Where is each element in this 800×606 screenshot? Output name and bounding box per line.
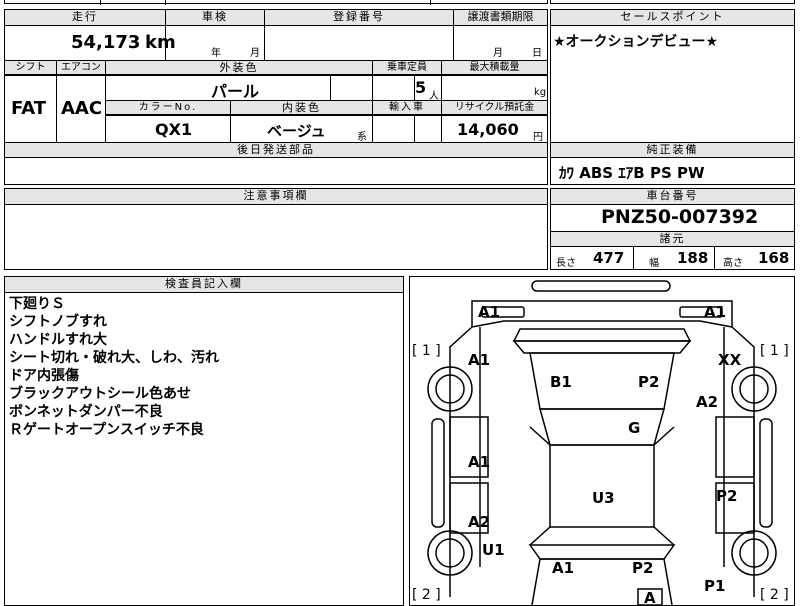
mileage-unit: km [145,32,176,53]
code-rear-seat-left: B1 [550,373,572,391]
code-roof: G [628,419,640,437]
car-diagram-box: A1 A1 [ 1 ] [ 1 ] A1 XX B1 P2 A2 G A1 P2… [409,276,795,606]
seating-value: 5 [415,78,427,97]
chassis-header: 車台番号 [551,189,794,205]
maxload-header: 最大積載量 [442,61,547,75]
note-line: ドア内張傷 [9,368,79,384]
recycle-value: 14,060 [457,120,519,139]
import-header: 輸入車 [373,101,441,115]
height-value: 168 [758,249,790,267]
mileage-value: 54,173 [71,32,141,53]
later-parts-header: 後日発送部品 [5,143,547,158]
note-line: シート切れ・破れ大、しわ、汚れ [9,350,219,366]
note-line: ブラックアウトシール色あせ [9,386,191,402]
recycle-unit: 円 [533,132,543,143]
sales-point-value: ★オークションデビュー★ [553,34,719,50]
inspector-notes: 下廻りＳ シフトノブすれ ハンドルすれ大 シート切れ・破れ大、しわ、汚れ ドア内… [9,295,219,439]
code-hood-left: A1 [552,559,574,577]
code-wheel-fr: [ 2 ] [760,587,789,603]
transfer-header: 譲渡書類期限 [454,10,547,26]
equipment-value: ｶﾜ ABS ｴｱB PS PW [559,164,705,182]
code-quarter-right: XX [718,351,742,369]
code-bumper: A [644,589,656,605]
maxload-unit: kg [534,87,547,98]
note-line: ボンネットダンパー不良 [9,404,163,420]
code-rear-left: A1 [478,303,500,321]
car-damage-diagram: A1 A1 [ 1 ] [ 1 ] A1 XX B1 P2 A2 G A1 P2… [412,280,789,605]
sales-point-header: セールスポイント [551,10,794,26]
code-right-rear: A2 [696,393,718,411]
code-front-door-right: P2 [716,487,737,505]
vehicle-info-table: 走行 車検 登録番号 譲渡書類期限 54,173 km 年 月 月 日 シフト … [4,9,548,185]
note-line: ハンドルすれ大 [9,332,107,348]
length-label: 長さ [556,258,576,269]
chassis-value: PNZ50-007392 [601,206,759,228]
inspection-month: 月 [250,48,260,59]
exterior-value: パール [211,82,260,101]
sales-point-box: セールスポイント ★オークションデビュー★ 純正装備 ｶﾜ ABS ｴｱB PS… [550,9,795,185]
code-wheel-rl: [ 1 ] [412,343,441,359]
inspection-year: 年 [211,48,221,59]
inspector-header: 検査員記入欄 [5,277,403,293]
shift-header: シフト [5,61,56,75]
transfer-month: 月 [493,48,503,59]
width-value: 188 [677,249,709,267]
interior-header: 内装色 [231,101,372,115]
code-fender-right: P1 [704,577,725,595]
code-quarter-left: A1 [468,351,490,369]
code-rear-right: A1 [704,303,726,321]
colorno-value: QX1 [155,120,193,139]
code-rear-seat-right: P2 [638,373,659,391]
exterior-header: 外装色 [106,61,372,75]
chassis-box: 車台番号 PNZ50-007392 諸元 長さ 477 幅 188 高さ 168 [550,188,795,270]
code-cabin: U3 [592,489,615,507]
inspector-box: 検査員記入欄 下廻りＳ シフトノブすれ ハンドルすれ大 シート切れ・破れ大、しわ… [4,276,404,606]
aircon-header: エアコン [57,61,105,75]
top-strip [4,0,548,5]
caution-box: 注意事項欄 [4,188,548,270]
width-label: 幅 [649,258,659,269]
note-line: Ｒゲートオープンスイッチ不良 [9,422,204,438]
shift-value: FAT [11,98,47,119]
top-strip-right [550,0,795,4]
length-value: 477 [593,249,625,267]
note-line: シフトノブすれ [9,314,107,330]
code-rear-door-left: A1 [468,453,490,471]
recycle-header: リサイクル預託金 [442,101,547,115]
note-line: 下廻りＳ [9,296,65,312]
inspection-header: 車検 [166,10,264,26]
interior-value: ベージュ [267,122,326,140]
specs-header: 諸元 [551,232,794,247]
code-hood-right: P2 [632,559,653,577]
transfer-day: 日 [532,48,542,59]
colorno-header: カラーNo. [106,101,230,115]
code-wheel-rr: [ 1 ] [760,343,789,359]
seating-header: 乗車定員 [373,61,441,75]
code-front-door-left: A2 [468,513,490,531]
height-label: 高さ [723,258,743,269]
caution-header: 注意事項欄 [5,189,547,205]
code-wheel-fl: [ 2 ] [412,587,441,603]
registration-header: 登録番号 [265,10,453,26]
interior-unit: 系 [357,132,367,143]
equipment-header: 純正装備 [551,143,794,158]
code-fender-left: U1 [482,541,505,559]
aircon-value: AAC [61,98,103,119]
mileage-header: 走行 [5,10,165,26]
